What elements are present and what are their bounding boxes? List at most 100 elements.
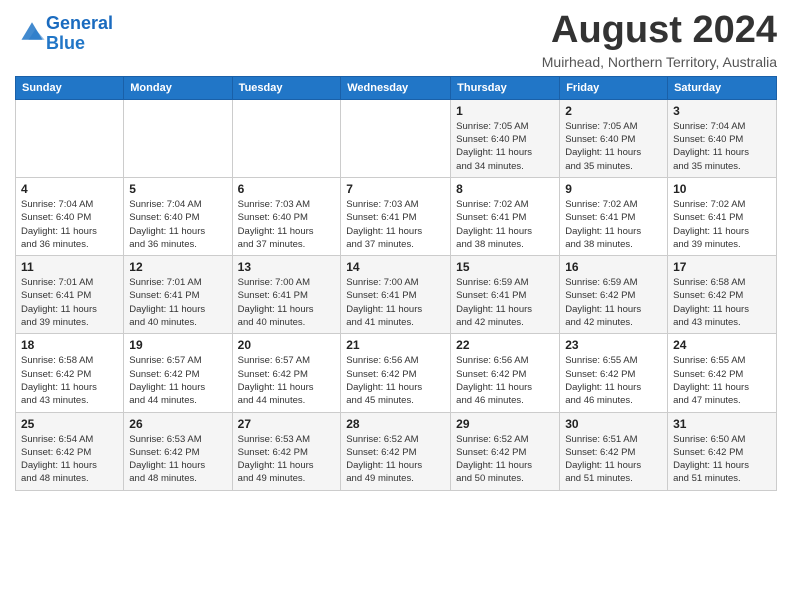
day-info: Sunrise: 7:05 AM Sunset: 6:40 PM Dayligh…: [456, 120, 554, 173]
calendar-cell: 16 Sunrise: 6:59 AM Sunset: 6:42 PM Dayli…: [560, 256, 668, 334]
calendar-cell: 14 Sunrise: 7:00 AM Sunset: 6:41 PM Dayli…: [341, 256, 451, 334]
calendar-cell: 22Sunrise: 6:56 AM Sunset: 6:42 PM Dayli…: [451, 334, 560, 412]
day-number: 21: [346, 338, 445, 352]
day-info: Sunrise: 7:00 AM Sunset: 6:41 PM Dayligh…: [346, 276, 445, 329]
day-info: Sunrise: 6:56 AM Sunset: 6:42 PM Dayligh…: [346, 354, 445, 407]
day-info: Sunrise: 7:03 AM Sunset: 6:41 PM Dayligh…: [346, 198, 445, 251]
calendar-cell: 5 Sunrise: 7:04 AM Sunset: 6:40 PM Daylig…: [124, 177, 232, 255]
calendar-cell: 21 Sunrise: 6:56 AM Sunset: 6:42 PM Dayli…: [341, 334, 451, 412]
day-number: 30: [565, 417, 662, 431]
logo: General Blue: [15, 14, 113, 54]
calendar-cell: 1 Sunrise: 7:05 AM Sunset: 6:40 PM Daylig…: [451, 99, 560, 177]
calendar-cell: 2 Sunrise: 7:05 AM Sunset: 6:40 PM Daylig…: [560, 99, 668, 177]
calendar-cell: 28Sunrise: 6:52 AM Sunset: 6:42 PM Dayli…: [341, 412, 451, 490]
day-number: 5: [129, 182, 226, 196]
day-info: Sunrise: 6:54 AM Sunset: 6:42 PM Dayligh…: [21, 433, 118, 486]
day-number: 4: [21, 182, 118, 196]
page-header: General Blue August 2024 Muirhead, North…: [15, 10, 777, 70]
day-info: Sunrise: 6:55 AM Sunset: 6:42 PM Dayligh…: [565, 354, 662, 407]
calendar-cell: 9 Sunrise: 7:02 AM Sunset: 6:41 PM Daylig…: [560, 177, 668, 255]
calendar-cell: 4 Sunrise: 7:04 AM Sunset: 6:40 PM Daylig…: [16, 177, 124, 255]
calendar-cell: 25 Sunrise: 6:54 AM Sunset: 6:42 PM Dayli…: [16, 412, 124, 490]
calendar-table: SundayMondayTuesdayWednesdayThursdayFrid…: [15, 76, 777, 491]
day-info: Sunrise: 6:58 AM Sunset: 6:42 PM Dayligh…: [21, 354, 118, 407]
calendar-cell: 19 Sunrise: 6:57 AM Sunset: 6:42 PM Dayli…: [124, 334, 232, 412]
calendar-cell: 7 Sunrise: 7:03 AM Sunset: 6:41 PM Daylig…: [341, 177, 451, 255]
col-header-sunday: Sunday: [16, 76, 124, 99]
day-info: Sunrise: 7:01 AM Sunset: 6:41 PM Dayligh…: [129, 276, 226, 329]
calendar-cell: 20 Sunrise: 6:57 AM Sunset: 6:42 PM Dayli…: [232, 334, 341, 412]
logo-blue: Blue: [46, 33, 85, 53]
day-number: 29: [456, 417, 554, 431]
day-number: 26: [129, 417, 226, 431]
day-number: 1: [456, 104, 554, 118]
col-header-friday: Friday: [560, 76, 668, 99]
logo-general: General: [46, 13, 113, 33]
calendar-cell: 29 Sunrise: 6:52 AM Sunset: 6:42 PM Dayli…: [451, 412, 560, 490]
day-info: Sunrise: 6:59 AM Sunset: 6:41 PM Dayligh…: [456, 276, 554, 329]
day-info: Sunrise: 6:57 AM Sunset: 6:42 PM Dayligh…: [238, 354, 336, 407]
day-number: 28: [346, 417, 445, 431]
day-info: Sunrise: 7:04 AM Sunset: 6:40 PM Dayligh…: [129, 198, 226, 251]
calendar-cell: 27 Sunrise: 6:53 AM Sunset: 6:42 PM Dayli…: [232, 412, 341, 490]
location-subtitle: Muirhead, Northern Territory, Australia: [542, 54, 777, 70]
day-number: 2: [565, 104, 662, 118]
day-number: 10: [673, 182, 771, 196]
calendar-cell: 10 Sunrise: 7:02 AM Sunset: 6:41 PM Dayli…: [668, 177, 777, 255]
day-number: 23: [565, 338, 662, 352]
calendar-cell: [232, 99, 341, 177]
day-number: 18: [21, 338, 118, 352]
month-title: August 2024: [542, 10, 777, 52]
col-header-thursday: Thursday: [451, 76, 560, 99]
calendar-cell: 18 Sunrise: 6:58 AM Sunset: 6:42 PM Dayli…: [16, 334, 124, 412]
calendar-cell: 8 Sunrise: 7:02 AM Sunset: 6:41 PM Daylig…: [451, 177, 560, 255]
col-header-monday: Monday: [124, 76, 232, 99]
calendar-cell: 13 Sunrise: 7:00 AM Sunset: 6:41 PM Dayli…: [232, 256, 341, 334]
col-header-saturday: Saturday: [668, 76, 777, 99]
col-header-wednesday: Wednesday: [341, 76, 451, 99]
day-info: Sunrise: 6:59 AM Sunset: 6:42 PM Dayligh…: [565, 276, 662, 329]
day-info: Sunrise: 6:53 AM Sunset: 6:42 PM Dayligh…: [129, 433, 226, 486]
calendar-cell: 26 Sunrise: 6:53 AM Sunset: 6:42 PM Dayli…: [124, 412, 232, 490]
day-number: 13: [238, 260, 336, 274]
day-number: 7: [346, 182, 445, 196]
calendar-cell: 3 Sunrise: 7:04 AM Sunset: 6:40 PM Daylig…: [668, 99, 777, 177]
calendar-cell: [341, 99, 451, 177]
day-info: Sunrise: 6:55 AM Sunset: 6:42 PM Dayligh…: [673, 354, 771, 407]
day-number: 8: [456, 182, 554, 196]
day-number: 25: [21, 417, 118, 431]
day-info: Sunrise: 7:02 AM Sunset: 6:41 PM Dayligh…: [673, 198, 771, 251]
day-number: 20: [238, 338, 336, 352]
calendar-cell: 6 Sunrise: 7:03 AM Sunset: 6:40 PM Daylig…: [232, 177, 341, 255]
day-info: Sunrise: 6:52 AM Sunset: 6:42 PM Dayligh…: [456, 433, 554, 486]
day-number: 15: [456, 260, 554, 274]
day-info: Sunrise: 7:05 AM Sunset: 6:40 PM Dayligh…: [565, 120, 662, 173]
day-info: Sunrise: 7:03 AM Sunset: 6:40 PM Dayligh…: [238, 198, 336, 251]
day-info: Sunrise: 6:53 AM Sunset: 6:42 PM Dayligh…: [238, 433, 336, 486]
day-info: Sunrise: 7:04 AM Sunset: 6:40 PM Dayligh…: [21, 198, 118, 251]
day-info: Sunrise: 6:57 AM Sunset: 6:42 PM Dayligh…: [129, 354, 226, 407]
day-number: 3: [673, 104, 771, 118]
day-number: 27: [238, 417, 336, 431]
calendar-cell: 17Sunrise: 6:58 AM Sunset: 6:42 PM Dayli…: [668, 256, 777, 334]
day-info: Sunrise: 7:04 AM Sunset: 6:40 PM Dayligh…: [673, 120, 771, 173]
calendar-cell: 23 Sunrise: 6:55 AM Sunset: 6:42 PM Dayli…: [560, 334, 668, 412]
day-number: 6: [238, 182, 336, 196]
day-number: 9: [565, 182, 662, 196]
day-number: 31: [673, 417, 771, 431]
day-number: 24: [673, 338, 771, 352]
day-number: 22: [456, 338, 554, 352]
day-number: 19: [129, 338, 226, 352]
day-number: 16: [565, 260, 662, 274]
day-info: Sunrise: 6:51 AM Sunset: 6:42 PM Dayligh…: [565, 433, 662, 486]
day-info: Sunrise: 7:01 AM Sunset: 6:41 PM Dayligh…: [21, 276, 118, 329]
day-info: Sunrise: 7:02 AM Sunset: 6:41 PM Dayligh…: [456, 198, 554, 251]
day-info: Sunrise: 7:02 AM Sunset: 6:41 PM Dayligh…: [565, 198, 662, 251]
calendar-cell: [124, 99, 232, 177]
calendar-cell: 11Sunrise: 7:01 AM Sunset: 6:41 PM Dayli…: [16, 256, 124, 334]
calendar-cell: 30 Sunrise: 6:51 AM Sunset: 6:42 PM Dayli…: [560, 412, 668, 490]
title-block: August 2024 Muirhead, Northern Territory…: [542, 10, 777, 70]
calendar-cell: 24 Sunrise: 6:55 AM Sunset: 6:42 PM Dayli…: [668, 334, 777, 412]
day-info: Sunrise: 7:00 AM Sunset: 6:41 PM Dayligh…: [238, 276, 336, 329]
day-number: 14: [346, 260, 445, 274]
